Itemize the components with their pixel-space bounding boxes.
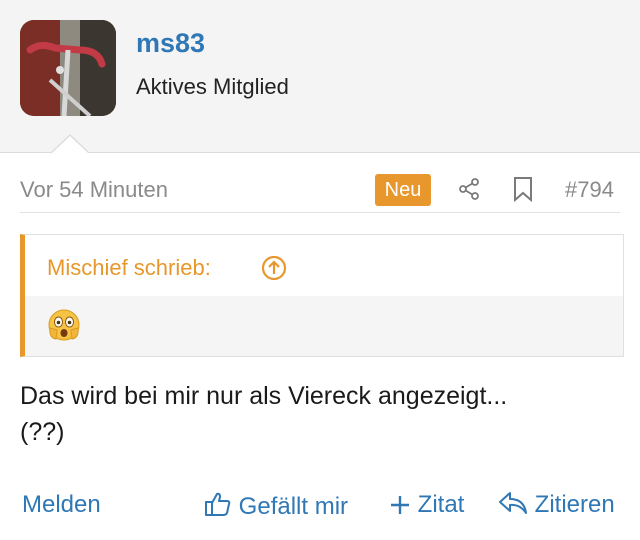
quote-content: [25, 296, 623, 356]
message-line: Das wird bei mir nur als Viereck angezei…: [20, 382, 508, 410]
share-icon[interactable]: [457, 177, 481, 201]
message-line: (??): [20, 418, 65, 446]
report-label: Melden: [22, 491, 101, 518]
thumbs-up-icon: [204, 492, 239, 520]
username[interactable]: ms83: [136, 28, 205, 59]
report-button[interactable]: Melden: [22, 490, 101, 520]
quote-label: Zitat: [417, 491, 465, 518]
shocked-emoji-icon: [47, 308, 81, 342]
quote-author[interactable]: Mischief schrieb:: [47, 255, 211, 281]
post-container: ms83 Aktives Mitglied Vor 54 Minuten Neu…: [0, 0, 640, 540]
quote-header: Mischief schrieb:: [25, 235, 623, 296]
user-title: Aktives Mitglied: [136, 74, 289, 99]
like-button[interactable]: Gefällt mir: [204, 490, 348, 520]
arrow-up-circle-icon[interactable]: [261, 255, 287, 281]
avatar[interactable]: [20, 20, 116, 116]
new-badge: Neu: [375, 174, 431, 206]
post-message: Das wird bei mir nur als Viereck angezei…: [20, 378, 620, 450]
reply-button[interactable]: Zitieren: [498, 490, 615, 520]
quote-block: Mischief schrieb:: [20, 234, 624, 357]
bookmark-icon[interactable]: [512, 176, 534, 203]
quote-button[interactable]: Zitat: [389, 490, 464, 520]
post-timestamp[interactable]: Vor 54 Minuten: [20, 177, 168, 203]
post-number[interactable]: #794: [565, 177, 614, 203]
plus-icon: [389, 491, 418, 518]
reply-label: Zitieren: [534, 491, 615, 518]
reply-icon: [498, 491, 535, 518]
like-label: Gefällt mir: [238, 493, 349, 520]
pointer-arrow-fill: [52, 136, 88, 153]
divider: [20, 212, 620, 213]
user-header: ms83 Aktives Mitglied: [0, 0, 640, 153]
